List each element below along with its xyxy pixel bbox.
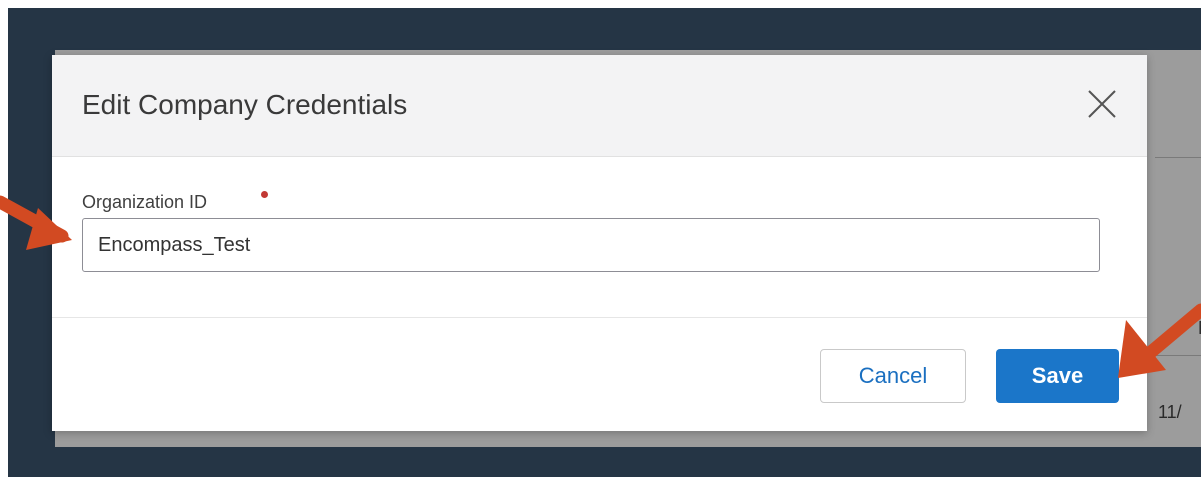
background-divider — [1155, 157, 1201, 158]
required-indicator — [261, 191, 268, 198]
cancel-button[interactable]: Cancel — [820, 349, 966, 403]
background-divider — [1155, 355, 1201, 356]
edit-credentials-modal: Edit Company Credentials Organization ID… — [52, 55, 1147, 431]
close-button[interactable] — [1086, 88, 1118, 120]
close-icon — [1088, 90, 1116, 118]
background-cell-date: 11/ — [1158, 402, 1182, 422]
footer-divider — [52, 317, 1147, 318]
organization-id-label: Organization ID — [82, 192, 208, 212]
save-button[interactable]: Save — [996, 349, 1119, 403]
modal-header: Edit Company Credentials — [52, 55, 1147, 157]
organization-id-input[interactable] — [82, 218, 1100, 272]
modal-title: Edit Company Credentials — [82, 89, 408, 120]
